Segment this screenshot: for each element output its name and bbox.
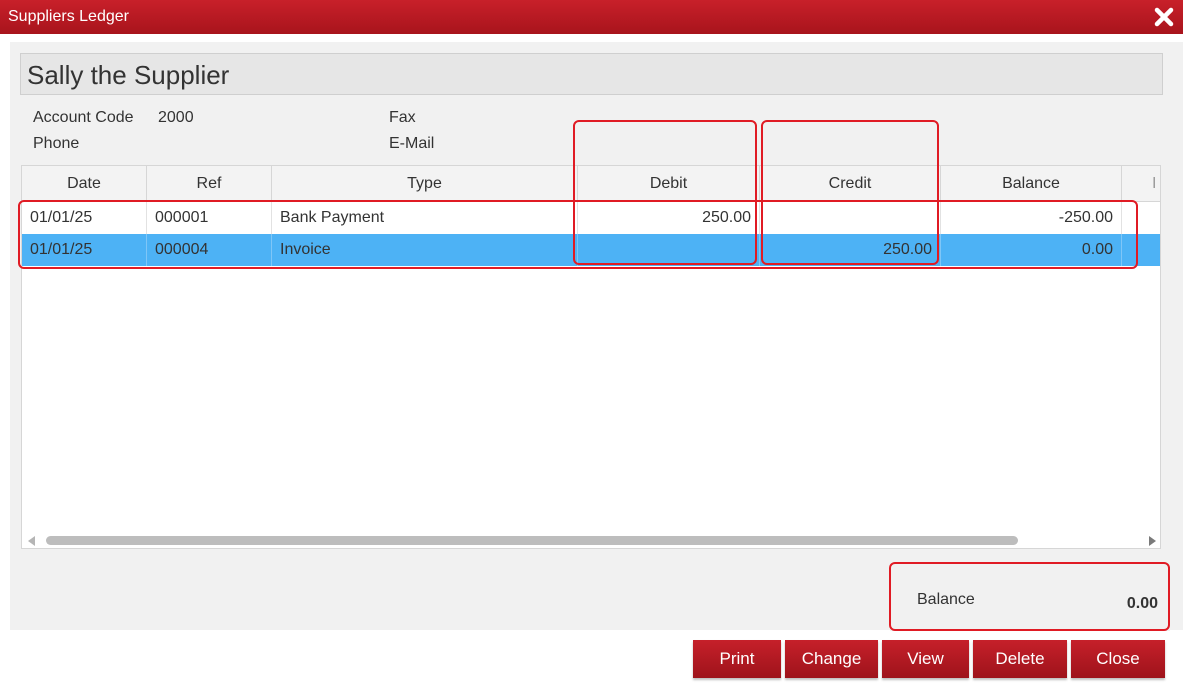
email-label: E-Mail <box>389 135 435 152</box>
cell-debit <box>578 234 760 266</box>
table-header: Date Ref Type Debit Credit Balance I <box>22 166 1160 202</box>
title-bar: Suppliers Ledger <box>0 0 1183 34</box>
horizontal-scrollbar[interactable] <box>22 530 1160 548</box>
cell-date: 01/01/25 <box>22 202 147 234</box>
balance-label: Balance <box>917 591 975 608</box>
column-header-partial[interactable]: I <box>1122 166 1160 202</box>
table-row[interactable]: 01/01/25 000001 Bank Payment 250.00 -250… <box>22 202 1160 234</box>
cell-ref: 000001 <box>147 202 272 234</box>
print-button[interactable]: Print <box>693 640 781 678</box>
balance-value: 0.00 <box>1126 595 1158 612</box>
phone-label: Phone <box>33 135 80 152</box>
scroll-thumb[interactable] <box>46 536 1018 545</box>
close-button[interactable]: Close <box>1071 640 1165 678</box>
cell-ref: 000004 <box>147 234 272 266</box>
column-header-credit[interactable]: Credit <box>760 166 941 202</box>
scroll-left-icon[interactable] <box>28 536 35 546</box>
account-code-label: Account Code <box>33 109 134 126</box>
column-header-debit[interactable]: Debit <box>578 166 760 202</box>
window-title: Suppliers Ledger <box>8 8 129 25</box>
fax-label: Fax <box>389 109 416 126</box>
column-header-type[interactable]: Type <box>272 166 578 202</box>
cell-type: Invoice <box>272 234 578 266</box>
cell-debit: 250.00 <box>578 202 760 234</box>
cell-balance: -250.00 <box>941 202 1122 234</box>
view-button[interactable]: View <box>882 640 969 678</box>
column-header-date[interactable]: Date <box>22 166 147 202</box>
delete-button[interactable]: Delete <box>973 640 1067 678</box>
change-button[interactable]: Change <box>785 640 878 678</box>
column-header-balance[interactable]: Balance <box>941 166 1122 202</box>
scroll-right-icon[interactable] <box>1149 536 1156 546</box>
close-icon[interactable] <box>1151 4 1177 30</box>
cell-type: Bank Payment <box>272 202 578 234</box>
account-code-value: 2000 <box>158 109 194 126</box>
supplier-name: Sally the Supplier <box>20 53 1163 95</box>
cell-balance: 0.00 <box>941 234 1122 266</box>
cell-credit: 250.00 <box>760 234 941 266</box>
column-header-ref[interactable]: Ref <box>147 166 272 202</box>
balance-summary: Balance 0.00 <box>890 563 1170 631</box>
cell-date: 01/01/25 <box>22 234 147 266</box>
ledger-table: Date Ref Type Debit Credit Balance I 01/… <box>21 165 1161 549</box>
cell-credit <box>760 202 941 234</box>
table-row-selected[interactable]: 01/01/25 000004 Invoice 250.00 0.00 <box>22 234 1160 266</box>
